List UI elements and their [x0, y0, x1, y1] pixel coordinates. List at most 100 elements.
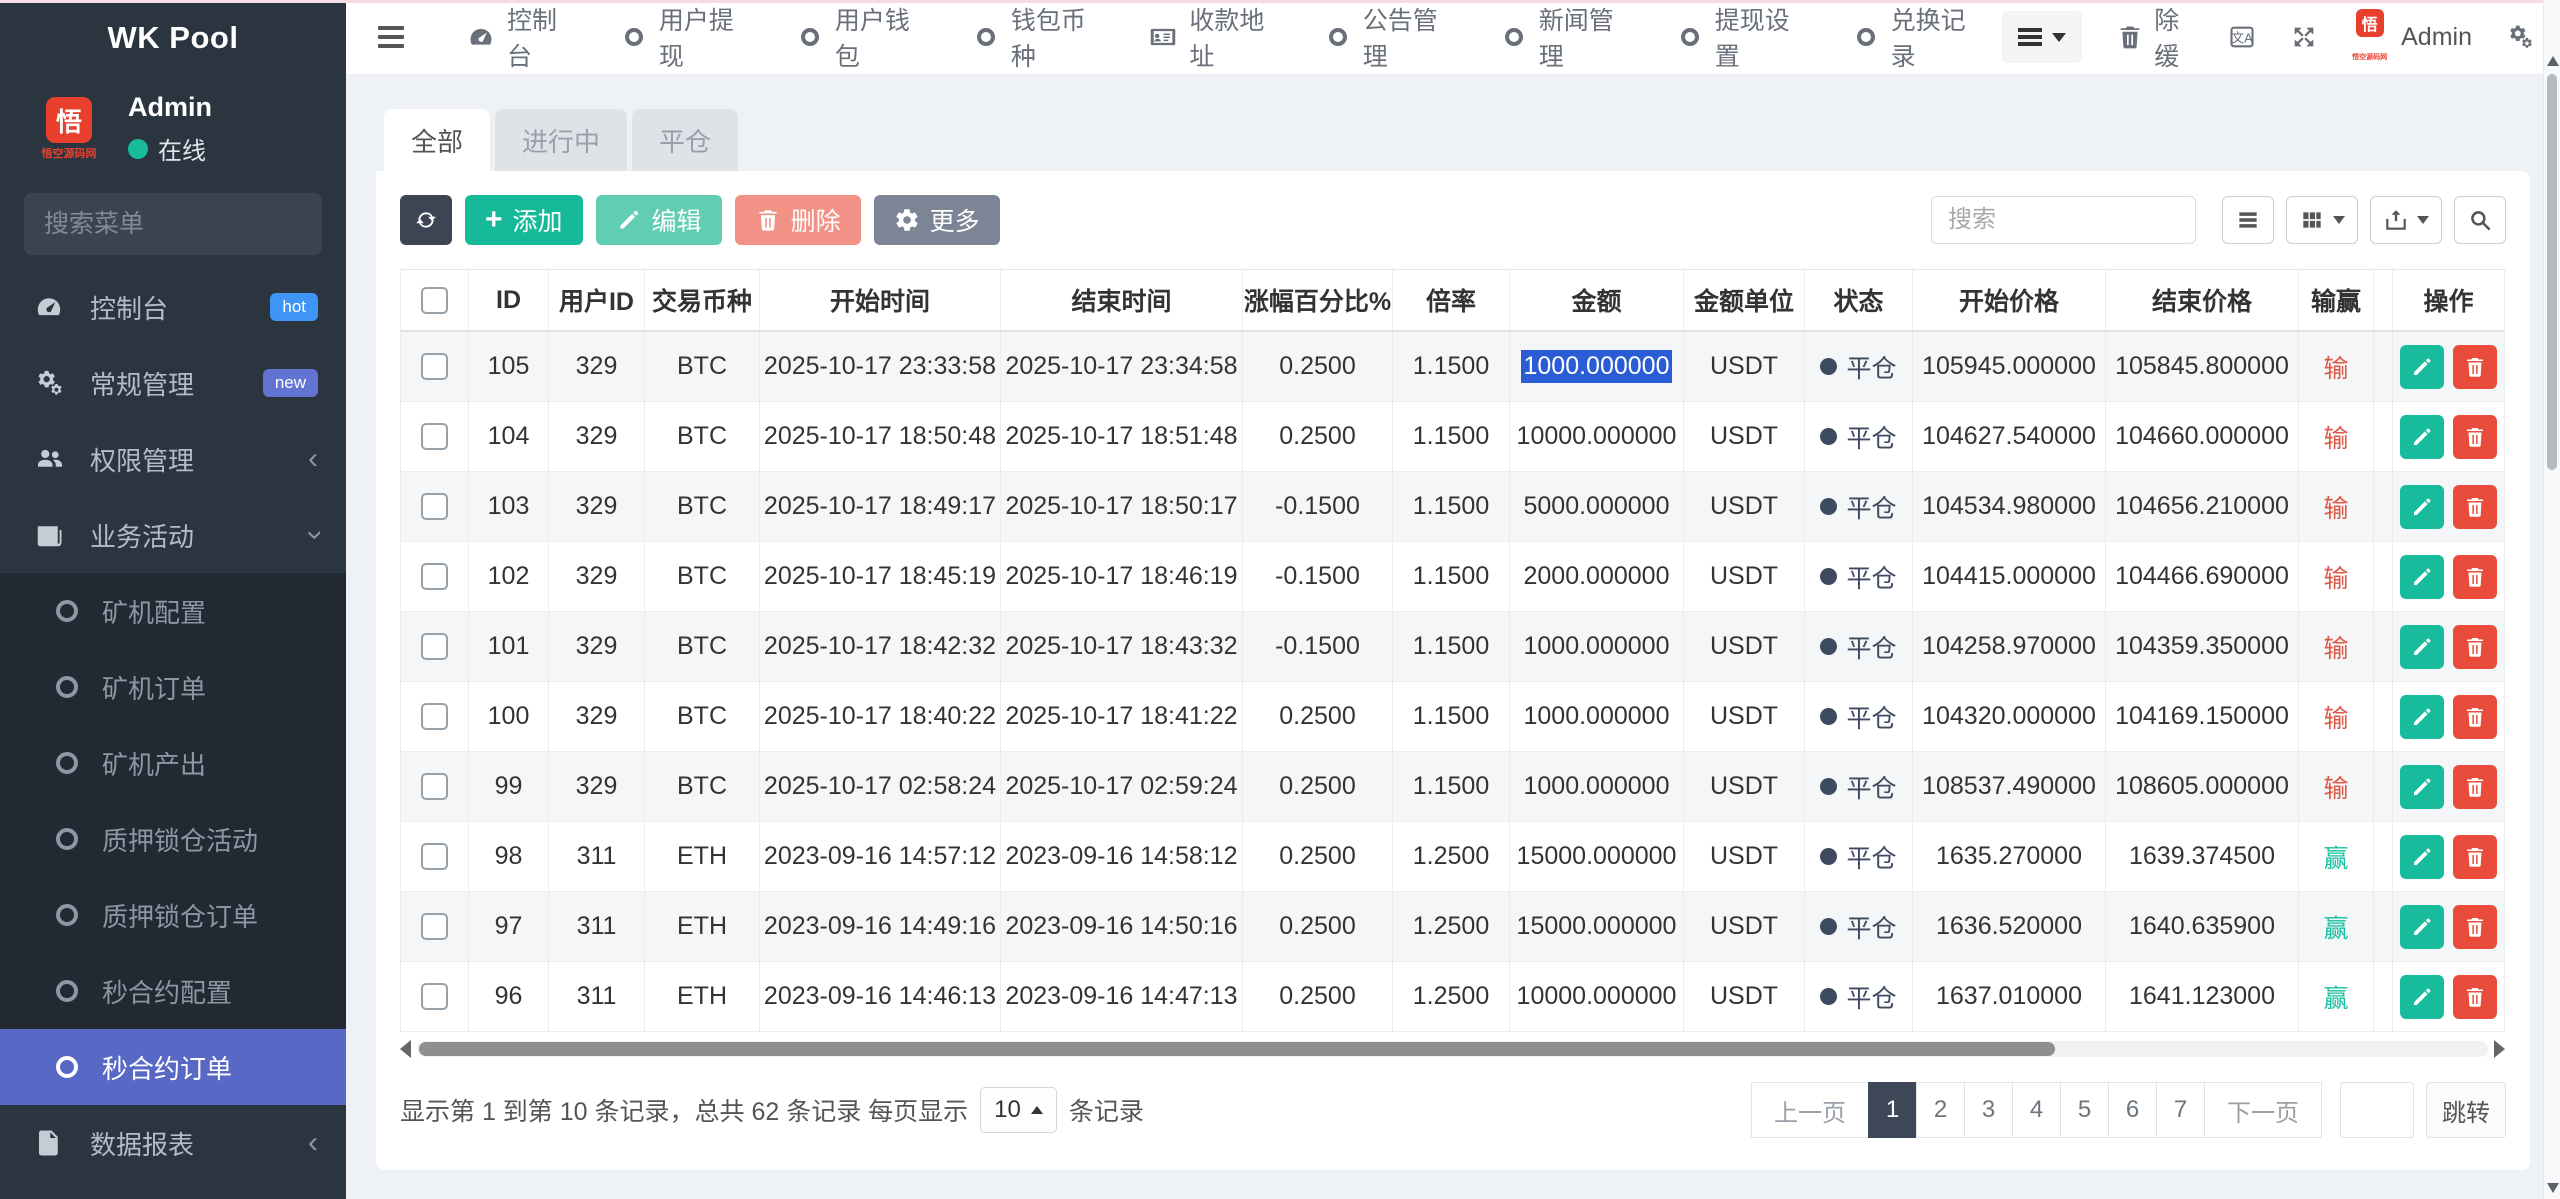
edit-row-button[interactable]	[2400, 765, 2444, 809]
refresh-button[interactable]	[400, 195, 452, 245]
jump-button[interactable]: 跳转	[2426, 1082, 2506, 1138]
page-button-5[interactable]: 5	[2060, 1082, 2109, 1138]
export-button[interactable]	[2370, 196, 2442, 244]
scroll-down-arrow-icon[interactable]	[2547, 1183, 2559, 1193]
page-button-3[interactable]: 3	[1964, 1082, 2013, 1138]
menu-search-input[interactable]	[44, 210, 366, 239]
topnav-item-收款地址[interactable]: 收款地址	[1122, 0, 1298, 75]
edit-button[interactable]: 编辑	[596, 195, 722, 245]
row-checkbox[interactable]	[421, 353, 448, 380]
nav-collapse-button[interactable]	[2002, 11, 2082, 63]
edit-row-button[interactable]	[2400, 695, 2444, 739]
edit-row-button[interactable]	[2400, 905, 2444, 949]
topnav-item-用户提现[interactable]: 用户提现	[595, 0, 771, 75]
tab-全部[interactable]: 全部	[384, 109, 490, 171]
delete-row-button[interactable]	[2453, 485, 2497, 529]
page-button-2[interactable]: 2	[1916, 1082, 1965, 1138]
row-checkbox[interactable]	[421, 843, 448, 870]
table-search-input[interactable]	[1931, 196, 2196, 244]
sidebar-toggle-icon[interactable]	[370, 20, 412, 54]
edit-row-button[interactable]	[2400, 835, 2444, 879]
delete-row-button[interactable]	[2453, 695, 2497, 739]
sidebar-item[interactable]: 数据报表‹	[0, 1105, 346, 1181]
row-checkbox[interactable]	[421, 703, 448, 730]
tab-平仓[interactable]: 平仓	[632, 109, 738, 171]
add-button[interactable]: +添加	[465, 195, 583, 245]
sidebar-subitem[interactable]: 矿机配置	[0, 573, 346, 649]
fullscreen-icon[interactable]	[2290, 23, 2318, 51]
sidebar-subitem[interactable]: 矿机订单	[0, 649, 346, 725]
page-button-1[interactable]: 1	[1868, 1082, 1917, 1138]
more-button[interactable]: 更多	[874, 195, 1000, 245]
prev-page-button[interactable]: 上一页	[1751, 1082, 1869, 1138]
admin-menu[interactable]: 悟 悟空源码网 Admin	[2352, 9, 2472, 66]
topnav-item-公告管理[interactable]: 公告管理	[1298, 0, 1474, 75]
topnav-item-用户钱包[interactable]: 用户钱包	[770, 0, 946, 75]
scrollbar-thumb[interactable]	[419, 1042, 2055, 1056]
cell-status: 平仓	[1846, 559, 1896, 595]
delete-row-button[interactable]	[2453, 905, 2497, 949]
row-checkbox[interactable]	[421, 983, 448, 1010]
edit-row-button[interactable]	[2400, 485, 2444, 529]
page-size-select[interactable]: 10	[980, 1087, 1057, 1133]
row-checkbox[interactable]	[421, 633, 448, 660]
row-checkbox[interactable]	[421, 773, 448, 800]
file-icon	[30, 1128, 68, 1158]
sidebar-item[interactable]: 常规管理new	[0, 345, 346, 421]
search-toggle-button[interactable]	[2454, 196, 2506, 244]
sidebar-subitem[interactable]: 秒合约配置	[0, 953, 346, 1029]
scroll-right-arrow-icon[interactable]	[2494, 1040, 2505, 1058]
sidebar-subitem[interactable]: 矿机产出	[0, 725, 346, 801]
settings-gears-icon[interactable]	[2506, 23, 2534, 51]
delete-row-button[interactable]	[2453, 555, 2497, 599]
row-checkbox[interactable]	[421, 913, 448, 940]
edit-row-button[interactable]	[2400, 555, 2444, 599]
edit-row-button[interactable]	[2400, 975, 2444, 1019]
edit-row-button[interactable]	[2400, 625, 2444, 669]
delete-row-button[interactable]	[2453, 835, 2497, 879]
page-button-7[interactable]: 7	[2156, 1082, 2205, 1138]
column-header-uid: 用户ID	[549, 270, 645, 332]
vertical-scrollbar[interactable]	[2543, 0, 2560, 1199]
page-button-6[interactable]: 6	[2108, 1082, 2157, 1138]
cell-start-time: 2025-10-17 18:40:22	[760, 682, 1001, 752]
row-checkbox[interactable]	[421, 563, 448, 590]
scrollbar-thumb[interactable]	[2547, 74, 2557, 470]
scroll-up-arrow-icon[interactable]	[2547, 56, 2559, 66]
table-row: 99 329 BTC 2025-10-17 02:58:24 2025-10-1…	[401, 752, 2505, 822]
cell-rate: 1.1500	[1393, 612, 1510, 682]
topnav-item-兑换记录[interactable]: 兑换记录	[1826, 0, 2002, 75]
status-dot	[1820, 428, 1837, 445]
avatar[interactable]: 悟 悟空源码网	[32, 97, 106, 161]
page-button-4[interactable]: 4	[2012, 1082, 2061, 1138]
row-checkbox[interactable]	[421, 493, 448, 520]
sidebar-item[interactable]: 权限管理‹	[0, 421, 346, 497]
translate-icon[interactable]: 文A	[2228, 23, 2256, 51]
toggle-view-button[interactable]	[2222, 196, 2274, 244]
row-checkbox[interactable]	[421, 423, 448, 450]
topnav-item-控制台[interactable]: 控制台	[440, 0, 595, 75]
edit-row-button[interactable]	[2400, 415, 2444, 459]
next-page-button[interactable]: 下一页	[2204, 1082, 2322, 1138]
sidebar-item[interactable]: 业务活动‹	[0, 497, 346, 573]
jump-page-input[interactable]	[2340, 1082, 2414, 1138]
delete-row-button[interactable]	[2453, 975, 2497, 1019]
sidebar-subitem[interactable]: 质押锁仓活动	[0, 801, 346, 877]
topnav-item-提现设置[interactable]: 提现设置	[1650, 0, 1826, 75]
delete-button[interactable]: 删除	[735, 195, 861, 245]
scroll-left-arrow-icon[interactable]	[400, 1040, 411, 1058]
select-all-checkbox[interactable]	[401, 270, 469, 332]
topnav-item-钱包币种[interactable]: 钱包币种	[946, 0, 1122, 75]
horizontal-scrollbar[interactable]	[400, 1038, 2505, 1060]
delete-row-button[interactable]	[2453, 345, 2497, 389]
columns-button[interactable]	[2286, 196, 2358, 244]
delete-row-button[interactable]	[2453, 765, 2497, 809]
edit-row-button[interactable]	[2400, 345, 2444, 389]
delete-row-button[interactable]	[2453, 625, 2497, 669]
sidebar-subitem[interactable]: 质押锁仓订单	[0, 877, 346, 953]
sidebar-item[interactable]: 控制台hot	[0, 269, 346, 345]
topnav-item-新闻管理[interactable]: 新闻管理	[1474, 0, 1650, 75]
delete-row-button[interactable]	[2453, 415, 2497, 459]
sidebar-subitem[interactable]: 秒合约订单	[0, 1029, 346, 1105]
tab-进行中[interactable]: 进行中	[495, 109, 627, 171]
